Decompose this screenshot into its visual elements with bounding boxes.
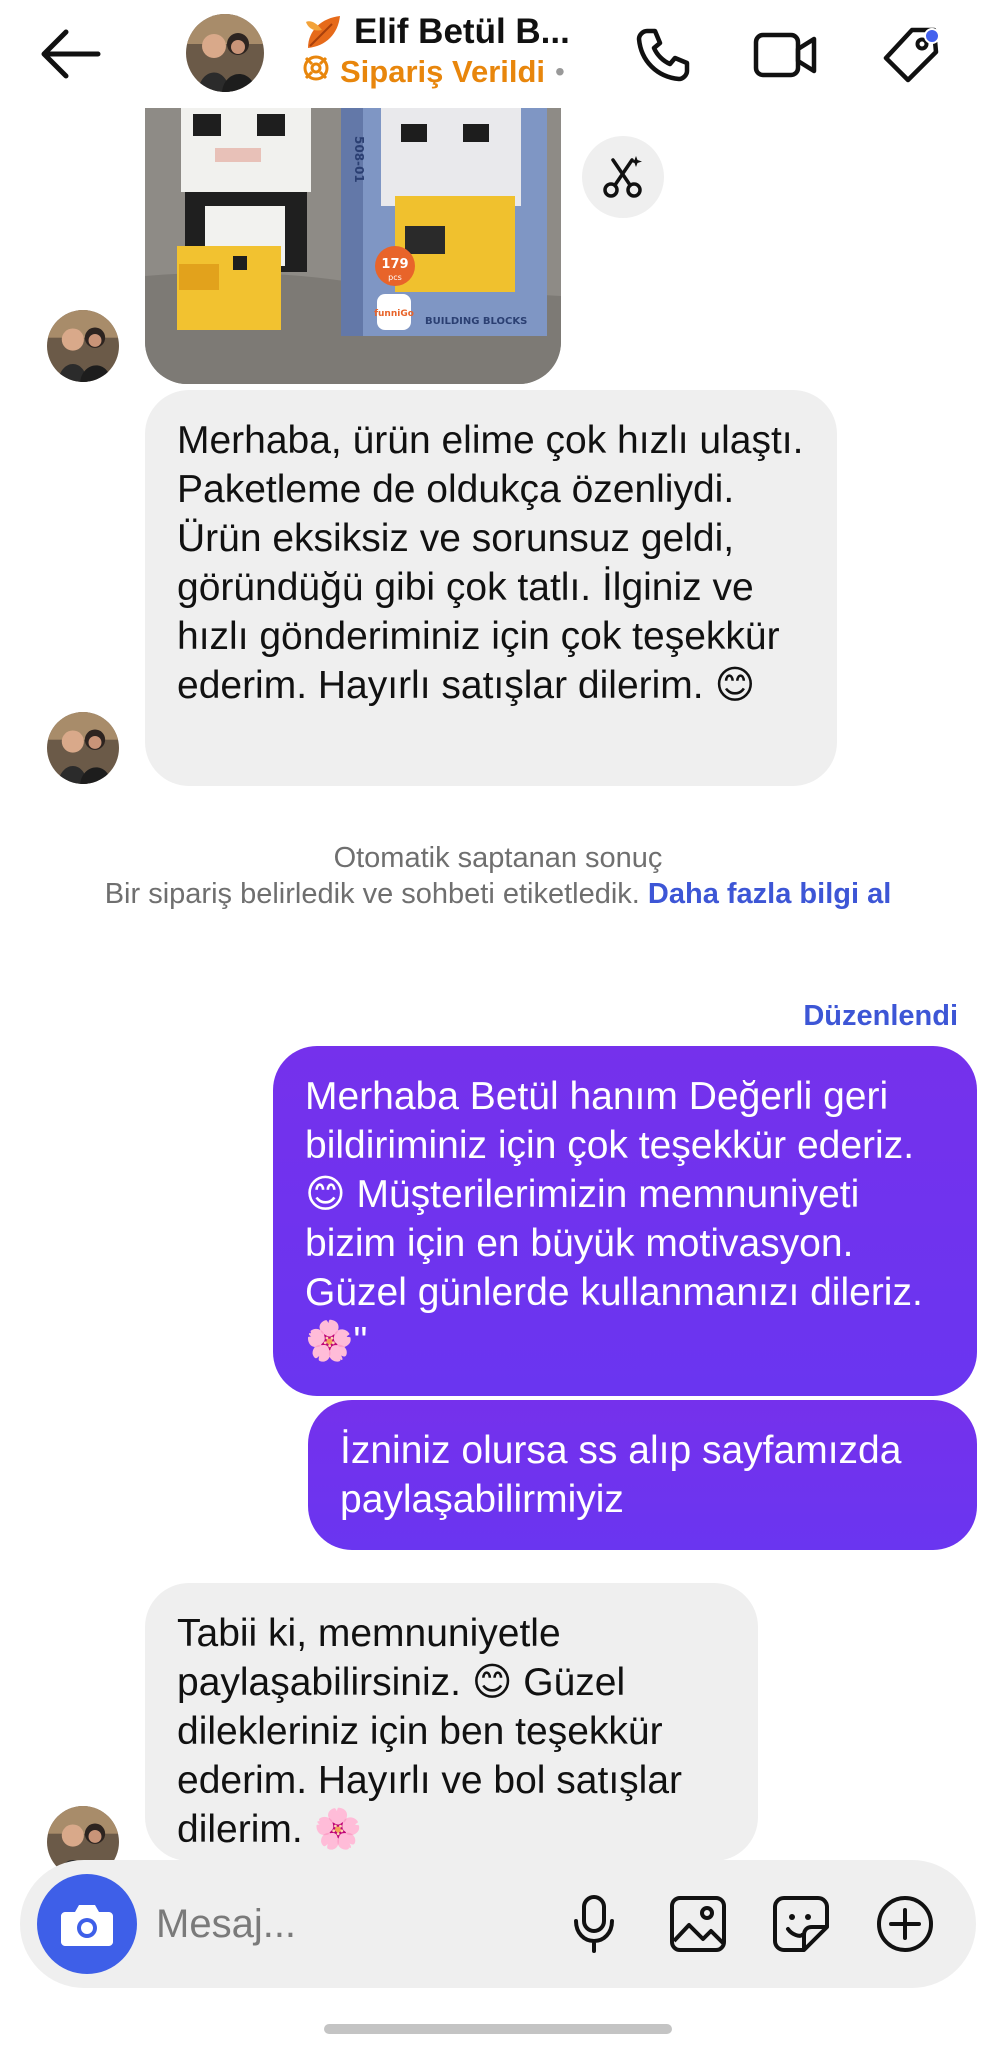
- camera-icon[interactable]: [37, 1874, 137, 1974]
- box-code-text: 508-01: [352, 136, 366, 183]
- pcs-count: 179: [381, 257, 408, 272]
- system-notice: Otomatik saptanan sonuç Bir sipariş beli…: [0, 840, 996, 912]
- sticker-icon[interactable]: [771, 1894, 831, 1954]
- scissors-icon[interactable]: [582, 136, 664, 218]
- chat-header: Elif Betül B... Sipariş Verildi •: [0, 0, 996, 108]
- incoming-message[interactable]: Tabii ki, memnuniyetle paylaşabilirsiniz…: [145, 1583, 758, 1861]
- message-input[interactable]: [156, 1892, 556, 1956]
- leaf-icon: [302, 12, 346, 52]
- system-notice-text: Bir sipariş belirledik ve sohbeti etiket…: [104, 878, 640, 910]
- caption-text: BUILDING BLOCKS: [425, 316, 527, 327]
- gallery-icon[interactable]: [668, 1894, 728, 1954]
- avatar[interactable]: [47, 310, 119, 382]
- back-arrow-icon[interactable]: [38, 24, 106, 84]
- outgoing-message[interactable]: İzniniz olursa ss alıp sayfamızda paylaş…: [308, 1400, 977, 1550]
- order-icon: [302, 54, 330, 90]
- incoming-message[interactable]: Merhaba, ürün elime çok hızlı ulaştı. Pa…: [145, 390, 837, 786]
- plus-circle-icon[interactable]: [875, 1894, 935, 1954]
- avatar[interactable]: [186, 14, 264, 92]
- home-indicator[interactable]: [324, 2024, 672, 2034]
- learn-more-link[interactable]: Daha fazla bilgi al: [648, 878, 891, 910]
- brand-text: funniGo: [374, 309, 414, 319]
- phone-icon[interactable]: [630, 22, 696, 88]
- microphone-icon[interactable]: [564, 1894, 624, 1954]
- message-composer: [20, 1860, 976, 1988]
- contact-name-text: Elif Betül B...: [354, 12, 570, 51]
- order-status-text: Sipariş Verildi: [340, 54, 546, 89]
- notification-dot: [924, 28, 940, 44]
- system-notice-title: Otomatik saptanan sonuç: [333, 842, 663, 874]
- photo-message[interactable]: 179 pcs funniGo BUILDING BLOCKS 508-01: [145, 96, 561, 384]
- video-icon[interactable]: [752, 22, 818, 88]
- contact-name[interactable]: Elif Betül B...: [302, 12, 570, 52]
- outgoing-message[interactable]: Merhaba Betül hanım Değerli geri bildiri…: [273, 1046, 977, 1396]
- pcs-unit: pcs: [388, 273, 402, 282]
- avatar[interactable]: [47, 712, 119, 784]
- system-notice-body: Bir sipariş belirledik ve sohbeti etiket…: [0, 876, 996, 912]
- order-status[interactable]: Sipariş Verildi •: [302, 54, 565, 90]
- tag-icon[interactable]: [878, 22, 944, 88]
- status-separator: •: [555, 56, 565, 87]
- edited-label: Düzenlendi: [803, 1000, 958, 1032]
